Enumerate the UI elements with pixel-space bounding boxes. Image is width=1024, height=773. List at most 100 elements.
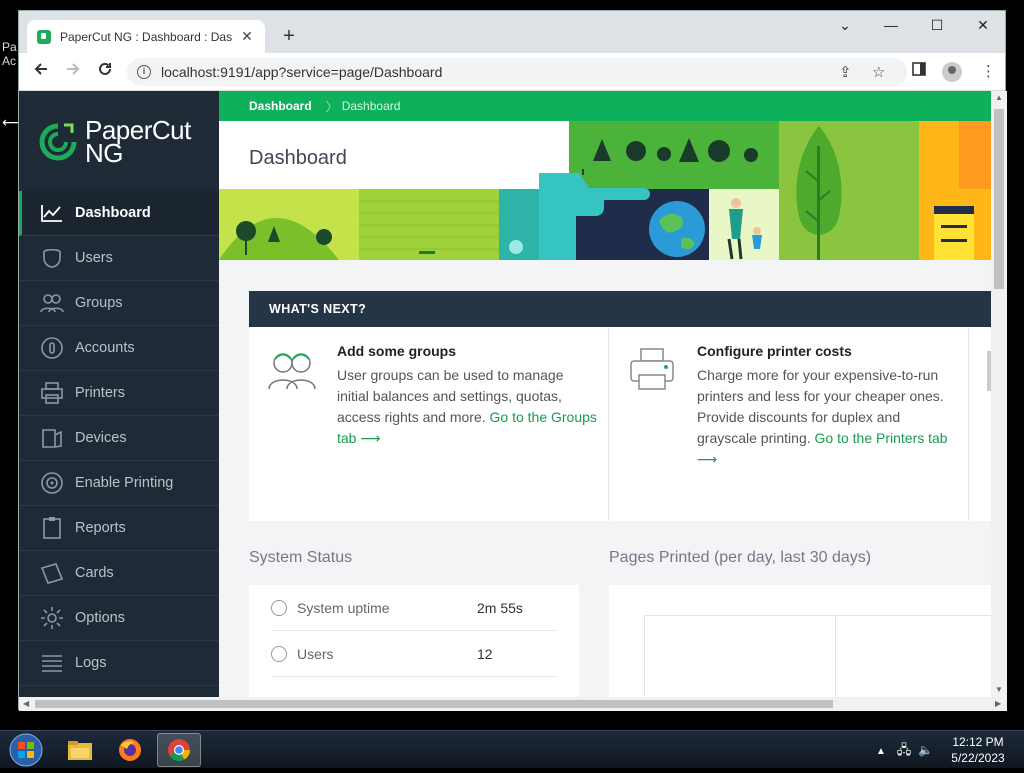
hero-illustration — [219, 121, 991, 260]
gear-icon — [39, 606, 65, 630]
sidebar-item-accounts[interactable]: Accounts — [19, 326, 219, 371]
sidebar-item-label: Reports — [75, 520, 126, 536]
taskbar-clock[interactable]: 12:12 PM 5/22/2023 — [948, 734, 1008, 766]
sidebar-item-label: Enable Printing — [75, 475, 174, 491]
sidebar-item-reports[interactable]: Reports — [19, 506, 219, 551]
breadcrumb-item[interactable]: Dashboard — [249, 99, 312, 113]
bookmark-star-icon[interactable]: ☆ — [872, 63, 885, 81]
horizontal-scroll-thumb[interactable] — [35, 700, 833, 708]
logs-icon — [39, 651, 65, 675]
sidebar-item-label: Logs — [75, 655, 107, 671]
dashboard-hero-banner: Dashboard — [219, 121, 991, 260]
sidebar-item-printers[interactable]: Printers — [19, 371, 219, 416]
reload-button[interactable] — [93, 61, 117, 83]
tab-close-button[interactable]: ✕ — [239, 28, 255, 45]
site-info-icon[interactable]: i — [137, 65, 151, 79]
sidebar-item-groups[interactable]: Groups — [19, 281, 219, 326]
desktop-text-fragment: Pa Ac — [2, 40, 17, 68]
status-row-uptime: System uptime 2m 55s — [271, 585, 557, 631]
sidebar-item-devices[interactable]: Devices — [19, 416, 219, 461]
sidebar-item-logs[interactable]: Logs — [19, 641, 219, 686]
papercut-logo[interactable]: PaperCut NG — [37, 117, 191, 166]
user-icon — [271, 645, 287, 662]
scroll-down-arrow-icon[interactable]: ▼ — [995, 685, 1003, 694]
sidebar-item-dashboard[interactable]: Dashboard — [19, 191, 219, 236]
sidebar-item-label: Accounts — [75, 340, 135, 356]
windows-taskbar: ▲ 🖧 🔈 12:12 PM 5/22/2023 — [0, 730, 1024, 768]
tray-expand-icon[interactable]: ▲ — [876, 746, 886, 757]
taskbar-chrome[interactable] — [157, 733, 201, 767]
start-button[interactable] — [6, 732, 46, 768]
status-value: 12 — [477, 645, 493, 662]
reload-icon — [99, 62, 111, 75]
sidebar-item-cards[interactable]: Cards — [19, 551, 219, 596]
menu-kebab-icon[interactable]: ⋮ — [981, 62, 996, 80]
network-icon[interactable]: 🖧 — [897, 742, 912, 757]
forward-arrow-icon — [67, 63, 80, 75]
whats-next-item-body: User groups can be used to manage initia… — [337, 365, 599, 449]
sidebar-item-options[interactable]: Options — [19, 596, 219, 641]
enable-printing-icon — [39, 471, 65, 495]
back-button[interactable] — [29, 61, 53, 83]
volume-muted-icon[interactable]: 🔈 — [918, 743, 933, 757]
tab-search-button[interactable]: ⌄ — [830, 17, 860, 34]
tab-title: PaperCut NG : Dashboard : Dash — [60, 29, 232, 44]
breadcrumb-separator-icon: 〉 — [325, 99, 338, 114]
address-bar[interactable]: i localhost:9191/app?service=page/Dashbo… — [127, 58, 907, 86]
whats-next-item-printers: Configure printer costs Charge more for … — [609, 327, 969, 521]
status-value: 2m 55s — [477, 599, 523, 616]
scroll-left-arrow-icon[interactable]: ◀ — [23, 699, 29, 708]
browser-tab[interactable]: PaperCut NG : Dashboard : Dash ✕ — [27, 20, 265, 53]
desktop-fragment-line: Ac — [2, 54, 17, 68]
maximize-button[interactable]: ☐ — [922, 17, 952, 34]
system-status-panel: System uptime 2m 55s Users 12 — [249, 585, 579, 697]
vertical-scrollbar[interactable]: ▲ ▼ — [991, 91, 1007, 697]
groups-illustration-icon — [268, 353, 316, 390]
breadcrumb-item-current: Dashboard — [341, 99, 401, 113]
profile-avatar-icon[interactable] — [942, 62, 962, 82]
sidebar-item-users[interactable]: Users — [19, 236, 219, 281]
printer-icon — [39, 381, 65, 405]
url-text[interactable]: localhost:9191/app?service=page/Dashboar… — [161, 64, 442, 80]
status-label: System uptime — [297, 599, 390, 616]
vertical-scroll-thumb[interactable] — [994, 109, 1004, 289]
taskbar-firefox[interactable] — [108, 733, 152, 767]
reports-icon — [39, 516, 65, 540]
forward-button[interactable] — [61, 61, 85, 83]
groups-icon — [39, 291, 65, 315]
whats-next-item-title: Add some groups — [337, 343, 457, 359]
sidebar-item-label: Printers — [75, 385, 125, 401]
minimize-button[interactable]: — — [876, 17, 906, 33]
papercut-page: PaperCut NG Dashboard Users Groups Accou… — [19, 91, 1007, 697]
whats-next-item-title: Configure printer costs — [697, 343, 852, 359]
whats-next-panel: WHAT'S NEXT? Add some groups User groups… — [249, 291, 991, 521]
accounts-icon — [39, 336, 65, 360]
status-row-users: Users 12 — [271, 631, 557, 677]
folder-icon — [68, 741, 92, 760]
whats-next-item-body: Charge more for your expensive-to-run pr… — [697, 365, 959, 470]
chrome-icon — [168, 739, 190, 761]
horizontal-scrollbar[interactable]: ◀ ▶ — [19, 697, 1007, 711]
sidebar-item-label: Groups — [75, 295, 123, 311]
close-window-button[interactable]: ✕ — [968, 17, 998, 34]
sidebar-item-enable-printing[interactable]: Enable Printing — [19, 461, 219, 506]
new-tab-button[interactable]: + — [277, 25, 301, 47]
scroll-up-arrow-icon[interactable]: ▲ — [995, 93, 1003, 102]
breadcrumb: Dashboard 〉 Dashboard — [219, 91, 991, 121]
pages-printed-title: Pages Printed (per day, last 30 days) — [609, 549, 872, 566]
taskbar-file-explorer[interactable] — [58, 733, 102, 767]
papercut-logo-mark-icon — [39, 123, 77, 161]
sidebar: PaperCut NG Dashboard Users Groups Accou… — [19, 91, 219, 697]
system-status-title: System Status — [249, 549, 353, 566]
page-title: Dashboard — [249, 147, 347, 169]
share-icon[interactable]: ⇪ — [839, 63, 852, 81]
side-panel-icon[interactable] — [912, 62, 926, 80]
clock-date: 5/22/2023 — [951, 751, 1005, 765]
scroll-right-arrow-icon[interactable]: ▶ — [995, 699, 1001, 708]
sidebar-item-label: Options — [75, 610, 125, 626]
whats-next-heading: WHAT'S NEXT? — [249, 291, 991, 327]
main-content: Dashboard 〉 Dashboard Dashboard WHAT'S N… — [219, 91, 991, 697]
user-icon — [39, 246, 65, 270]
sidebar-item-label: Dashboard — [75, 205, 151, 221]
devices-icon — [39, 426, 65, 450]
